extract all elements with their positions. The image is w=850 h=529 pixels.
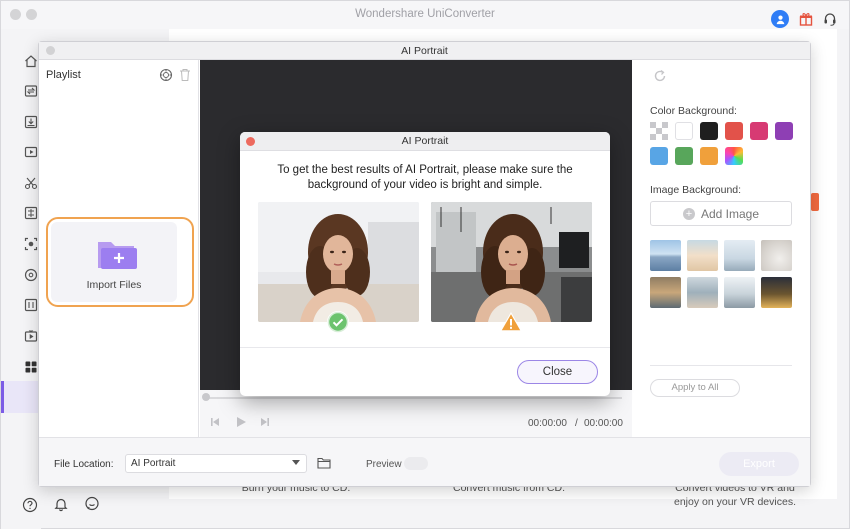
app-title: Wondershare UniConverter [355,8,495,20]
plus-icon: + [682,207,695,220]
close-button[interactable]: Close [517,360,598,384]
bell-icon[interactable] [53,496,71,514]
previous-frame-icon[interactable] [208,415,222,429]
dialog-message-line-1: To get the best results of AI Portrait, … [277,164,573,176]
next-frame-icon[interactable] [258,415,272,429]
background-thumb-office[interactable] [687,277,718,308]
help-icon[interactable] [21,496,39,514]
headset-icon[interactable] [823,12,837,26]
bottom-bar: File Location: AI Portrait Preview Expor… [39,437,810,486]
background-settings-panel: Color Background: Image Background: + Ad… [633,60,810,437]
playlist-panel: Playlist Import Files [39,60,199,437]
swatch-black[interactable] [700,122,718,140]
dialog-message: To get the best results of AI Portrait, … [240,163,610,193]
add-image-label: Add Image [700,206,760,221]
trash-icon[interactable] [179,68,191,82]
check-icon [327,311,349,333]
background-thumb-room[interactable] [724,277,755,308]
progress-knob[interactable] [202,393,210,401]
bad-example-photo [431,202,592,322]
background-thumb-sunset[interactable] [687,240,718,271]
chevron-down-icon [292,460,300,465]
background-thumb-cafe[interactable] [650,277,681,308]
image-background-label: Image Background: [650,184,742,196]
swatch-green[interactable] [675,147,693,165]
background-thumb-city-night[interactable] [761,277,792,308]
dialog-title: AI Portrait [240,132,610,151]
user-icon[interactable] [771,10,789,28]
file-location-value: AI Portrait [131,458,176,469]
player-controls: 00:00:00 / 00:00:00 [200,390,632,437]
swatch-pink[interactable] [750,122,768,140]
background-thumb-mountain[interactable] [724,240,755,271]
import-files-button[interactable]: Import Files [51,222,177,302]
current-time: 00:00:00 [528,418,567,429]
panel-divider [650,365,792,366]
add-image-button[interactable]: + Add Image [650,201,792,226]
add-file-icon[interactable] [159,68,173,82]
gift-icon[interactable] [799,12,813,26]
refresh-icon[interactable] [653,69,667,83]
app-titlebar: Wondershare UniConverter [1,1,849,29]
file-location-select[interactable]: AI Portrait [125,454,307,473]
export-button[interactable]: Export [719,452,799,476]
total-time: 00:00:00 [584,418,623,429]
preview-label: Preview [366,459,402,470]
import-files-label: Import Files [86,279,142,291]
feedback-icon[interactable] [84,496,102,514]
ai-portrait-window-title: AI Portrait [39,42,810,60]
play-icon[interactable] [234,415,248,429]
swatch-transparent[interactable] [650,122,668,140]
swatch-white[interactable] [675,122,693,140]
preview-toggle[interactable] [404,457,428,470]
swatch-orange[interactable] [700,147,718,165]
folder-icon[interactable] [317,457,331,469]
background-thumb-beach[interactable] [650,240,681,271]
good-example-photo [258,202,419,322]
dialog-message-line-2: background of your video is bright and s… [307,179,543,191]
nav-active-indicator [1,381,4,413]
swatch-custom-color[interactable] [725,147,743,165]
file-location-label: File Location: [54,459,114,470]
ai-portrait-dialog: AI Portrait To get the best results of A… [240,132,610,396]
swatch-blue[interactable] [650,147,668,165]
swatch-red[interactable] [725,122,743,140]
dialog-close-dot[interactable] [246,137,255,146]
dialog-divider [240,347,610,348]
side-nav [1,29,41,529]
progress-track[interactable] [208,397,622,399]
playlist-title: Playlist [46,69,81,81]
warning-icon [500,312,522,332]
time-separator: / [575,418,578,429]
swatch-purple[interactable] [775,122,793,140]
background-accent [811,193,819,211]
background-thumb-interior[interactable] [761,240,792,271]
ai-window-close-button[interactable] [46,46,55,55]
add-folder-icon [98,242,137,269]
color-background-label: Color Background: [650,105,737,117]
apply-to-all-button[interactable]: Apply to All [650,379,740,397]
